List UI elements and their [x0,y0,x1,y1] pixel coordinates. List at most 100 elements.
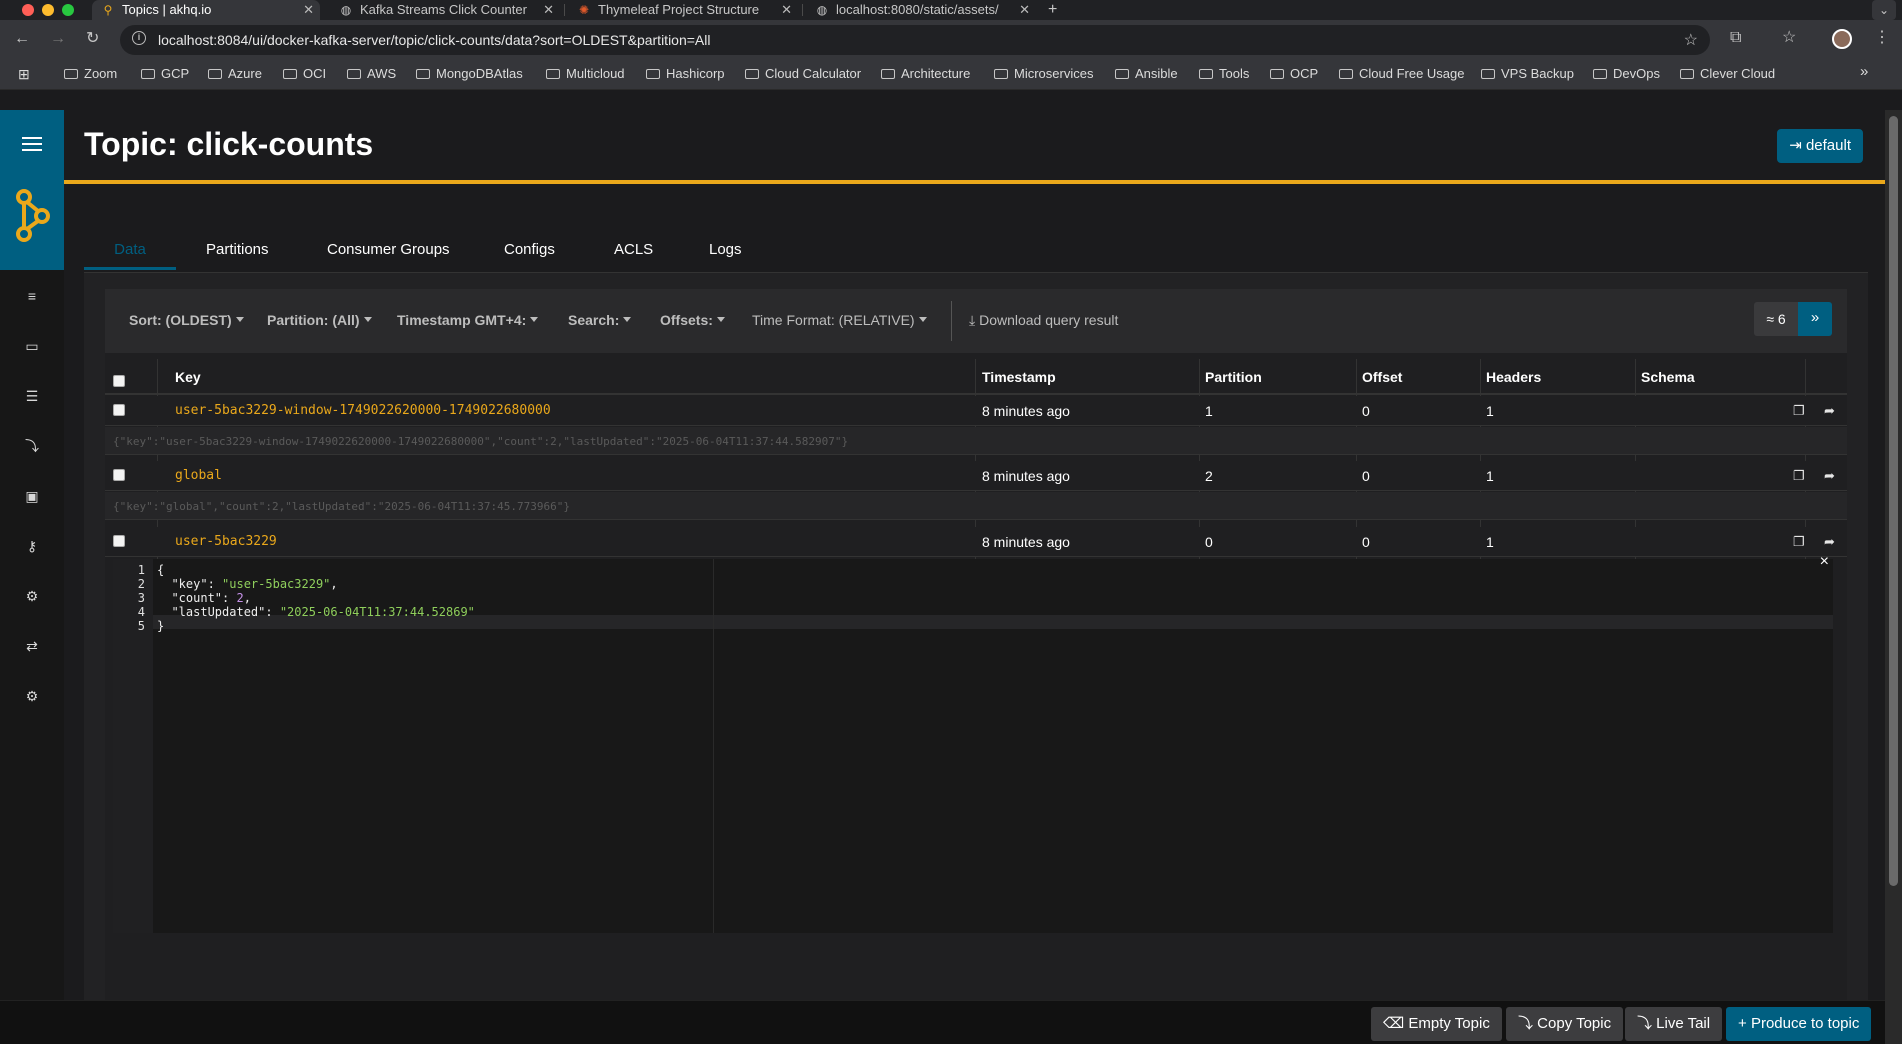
profile-avatar[interactable] [1832,29,1852,49]
row-headers[interactable]: 1 [1486,403,1494,419]
column-offset[interactable]: Offset [1362,369,1402,385]
tail-list-icon[interactable]: ☰ [24,388,40,404]
table-row[interactable]: user-5bac3229-window-1749022620000-17490… [105,396,1847,426]
row-checkbox[interactable] [113,404,125,416]
address-bar[interactable]: i localhost:8084/ui/docker-kafka-server/… [120,25,1710,55]
close-tab-icon[interactable]: ✕ [781,0,792,20]
partition-dropdown[interactable]: Partition: (All) [267,312,372,328]
table-row[interactable]: global 8 minutes ago 2 0 1 ❐ ➦ [105,461,1847,491]
produce-to-topic-button[interactable]: + Produce to topic [1726,1007,1872,1041]
message-preview[interactable]: {"key":"global","count":2,"lastUpdated":… [105,492,1847,520]
scrollbar-thumb[interactable] [1889,116,1898,886]
column-key[interactable]: Key [175,369,201,385]
bookmarks-overflow-button[interactable]: » [1860,64,1868,80]
message-preview[interactable]: {"key":"user-5bac3229-window-17490226200… [105,427,1847,455]
bookmark-multicloud[interactable]: Multicloud [546,66,625,82]
bookmark-mongodbatlas[interactable]: MongoDBAtlas [416,66,523,82]
live-tail-button[interactable]: ⤵ Live Tail [1625,1007,1723,1041]
column-partition[interactable]: Partition [1205,369,1262,385]
copy-icon[interactable]: ❐ [1793,468,1805,484]
acls-key-icon[interactable]: ⚷ [24,538,40,554]
bookmark-architecture[interactable]: Architecture [881,66,970,82]
copy-topic-button[interactable]: ⤵ Copy Topic [1506,1007,1624,1041]
hamburger-menu-icon[interactable] [22,137,42,151]
column-headers[interactable]: Headers [1486,369,1541,385]
row-key[interactable]: user-5bac3229 [175,534,277,549]
browser-tab-thymeleaf[interactable]: ✺ Thymeleaf Project Structure ✕ [570,0,798,20]
tab-configs[interactable]: Configs [504,230,555,270]
tab-partitions[interactable]: Partitions [206,230,269,270]
bookmark-gcp[interactable]: GCP [141,66,189,82]
row-checkbox[interactable] [113,535,125,547]
column-timestamp[interactable]: Timestamp [982,369,1056,385]
select-all-checkbox[interactable] [113,375,125,387]
tab-logs[interactable]: Logs [709,230,742,270]
timestamp-dropdown[interactable]: Timestamp GMT+4: [397,312,539,328]
site-info-icon[interactable]: i [132,31,146,45]
message-json-editor[interactable]: 1 2 3 4 5 { "key": "user-5bac3229", "cou… [113,553,1833,933]
page-scrollbar[interactable] [1885,110,1902,1044]
back-icon[interactable]: ← [14,30,30,48]
forward-icon[interactable]: → [50,30,66,48]
bookmark-star-icon[interactable]: ☆ [1684,30,1698,50]
consumer-groups-arrow-icon[interactable]: ⤵ [24,438,40,454]
bookmark-aws[interactable]: AWS [347,66,396,82]
row-checkbox[interactable] [113,469,125,481]
nodes-database-icon[interactable]: ≡ [24,288,40,304]
share-icon[interactable]: ➦ [1824,468,1835,484]
share-icon[interactable]: ➦ [1824,403,1835,419]
close-window-button[interactable] [22,4,34,16]
ksqldb-exchange-icon[interactable]: ⇄ [24,638,40,654]
bookmark-cloud-calculator[interactable]: Cloud Calculator [745,66,861,82]
browser-tab-localhost-8080[interactable]: ◍ localhost:8080/static/assets/ ✕ [808,0,1036,20]
download-query-button[interactable]: ⤓ Download query result [969,312,1118,329]
reload-icon[interactable]: ↻ [86,30,99,48]
bookmark-tools[interactable]: Tools [1199,66,1249,82]
bookmark-cloud-free-usage[interactable]: Cloud Free Usage [1339,66,1465,82]
bookmark-azure[interactable]: Azure [208,66,262,82]
bookmark-vps-backup[interactable]: VPS Backup [1481,66,1574,82]
reading-list-icon[interactable]: ☆ [1782,29,1796,47]
bookmark-oci[interactable]: OCI [283,66,326,82]
search-dropdown[interactable]: Search: [568,312,632,328]
copy-icon[interactable]: ❐ [1793,403,1805,419]
column-schema[interactable]: Schema [1641,369,1695,385]
sort-dropdown[interactable]: Sort: (OLDEST) [129,312,244,328]
bookmark-ocp[interactable]: OCP [1270,66,1318,82]
browser-tab-kafka-streams[interactable]: ◍ Kafka Streams Click Counter ✕ [332,0,560,20]
bookmark-devops[interactable]: DevOps [1593,66,1660,82]
share-icon[interactable]: ➦ [1824,534,1835,550]
empty-topic-button[interactable]: ⌫ Empty Topic [1371,1007,1502,1041]
close-tab-icon[interactable]: ✕ [303,0,314,20]
close-tab-icon[interactable]: ✕ [543,0,554,20]
extensions-icon[interactable]: ⧉ [1730,29,1741,47]
tab-consumer-groups[interactable]: Consumer Groups [327,230,450,270]
apps-grid-icon[interactable]: ⊞ [18,66,30,82]
bookmark-clever-cloud[interactable]: Clever Cloud [1680,66,1775,82]
tab-search-icon[interactable]: ⌄ [1872,0,1896,20]
copy-icon[interactable]: ❐ [1793,534,1805,550]
offsets-dropdown[interactable]: Offsets: [660,312,725,328]
row-key[interactable]: global [175,468,222,483]
browser-menu-icon[interactable]: ⋮ [1874,29,1890,47]
close-editor-icon[interactable]: × [1820,553,1829,571]
row-headers[interactable]: 1 [1486,534,1494,550]
table-row[interactable]: user-5bac3229 8 minutes ago 0 0 1 ❐ ➦ [105,527,1847,557]
row-headers[interactable]: 1 [1486,468,1494,484]
minimize-window-button[interactable] [42,4,54,16]
row-key[interactable]: user-5bac3229-window-1749022620000-17490… [175,403,551,418]
browser-tab-akhq[interactable]: ⚲ Topics | akhq.io ✕ [92,0,320,20]
maximize-window-button[interactable] [62,4,74,16]
time-format-dropdown[interactable]: Time Format: (RELATIVE) [752,312,927,328]
bookmark-ansible[interactable]: Ansible [1115,66,1178,82]
new-tab-button[interactable]: + [1048,0,1068,20]
tab-acls[interactable]: ACLS [614,230,653,270]
bookmark-hashicorp[interactable]: Hashicorp [646,66,725,82]
cluster-button[interactable]: ⇥ default [1777,129,1863,163]
tab-data[interactable]: Data [84,230,176,270]
settings-gear-icon[interactable]: ⚙ [24,688,40,704]
next-page-button[interactable]: » [1798,302,1832,336]
topics-laptop-icon[interactable]: ▭ [24,338,40,354]
akhq-logo-icon[interactable] [12,188,54,244]
bookmark-microservices[interactable]: Microservices [994,66,1093,82]
